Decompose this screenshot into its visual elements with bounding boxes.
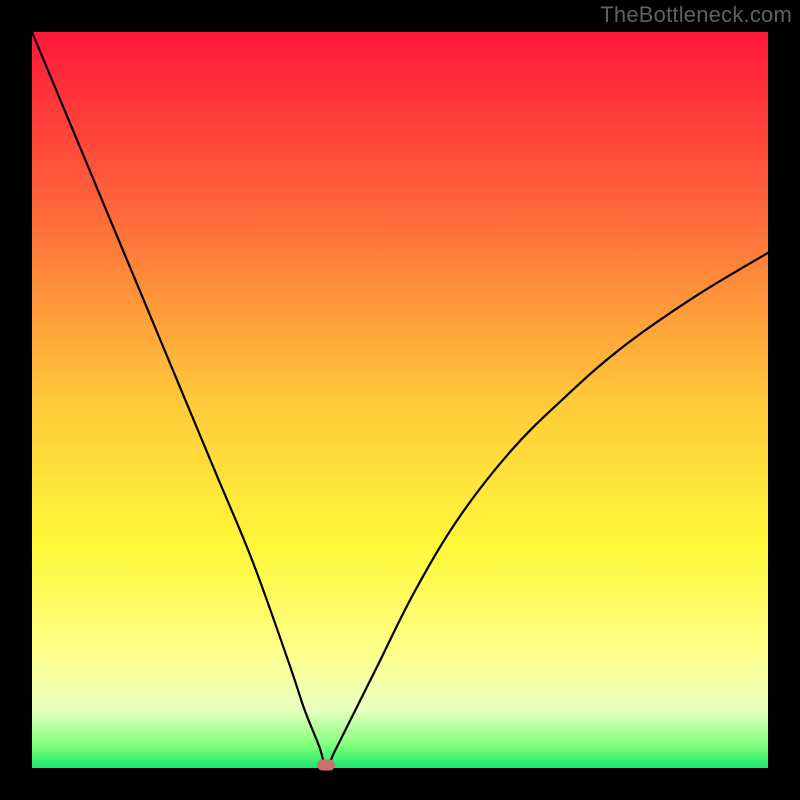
chart-frame: TheBottleneck.com — [0, 0, 800, 800]
minimum-marker — [317, 760, 335, 771]
watermark-text: TheBottleneck.com — [600, 2, 792, 28]
plot-area — [32, 32, 768, 768]
bottleneck-curve — [32, 32, 768, 768]
